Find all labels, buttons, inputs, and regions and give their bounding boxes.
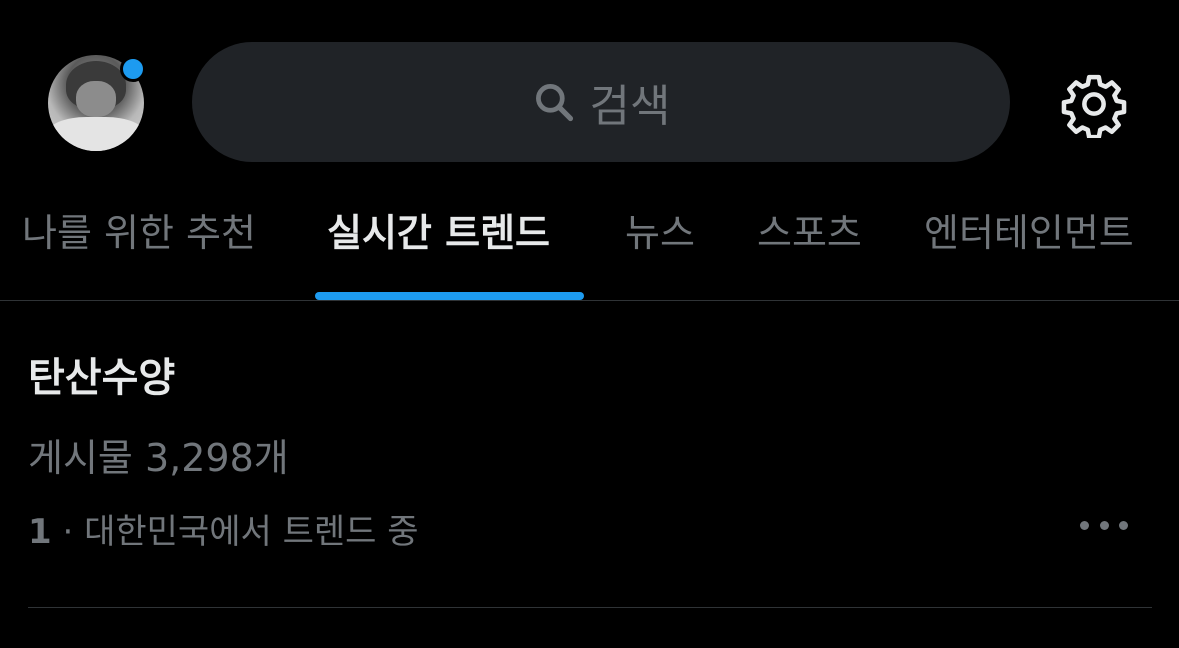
tab-for-you[interactable]: 나를 위한 추천 — [22, 195, 256, 295]
trend-name: 탄산수양 — [28, 355, 176, 401]
avatar-face — [76, 81, 116, 117]
top-header: 검색 — [0, 0, 1179, 205]
tab-entertainment[interactable]: 엔터테인먼트 — [924, 195, 1134, 295]
trend-divider — [28, 607, 1152, 608]
trend-location: · 대한민국에서 트렌드 중 — [51, 512, 419, 552]
tab-sports[interactable]: 스포츠 — [757, 195, 862, 295]
search-bar[interactable]: 검색 — [192, 42, 1010, 162]
active-tab-indicator — [315, 292, 584, 300]
more-dot — [1080, 520, 1089, 530]
more-dot — [1119, 520, 1128, 530]
search-placeholder: 검색 — [589, 81, 671, 132]
trend-post-count: 게시물 3,298개 — [28, 436, 289, 480]
more-dot — [1099, 520, 1109, 530]
trend-item[interactable]: 탄산수양 게시물 3,298개 1 · 대한민국에서 트렌드 중 — [0, 301, 1179, 608]
avatar-shirt — [48, 117, 144, 151]
tab-news[interactable]: 뉴스 — [625, 195, 695, 295]
gear-icon[interactable] — [1060, 70, 1128, 138]
trend-context: 1 · 대한민국에서 트렌드 중 — [28, 504, 419, 553]
tab-trending[interactable]: 실시간 트렌드 — [327, 195, 550, 295]
trend-rank: 1 — [28, 512, 52, 552]
search-icon — [535, 84, 573, 122]
notification-dot — [120, 56, 146, 82]
more-horizontal-icon[interactable] — [1080, 511, 1128, 539]
explore-tabs: 나를 위한 추천 실시간 트렌드 뉴스 스포츠 엔터테인먼트 — [0, 195, 1179, 300]
